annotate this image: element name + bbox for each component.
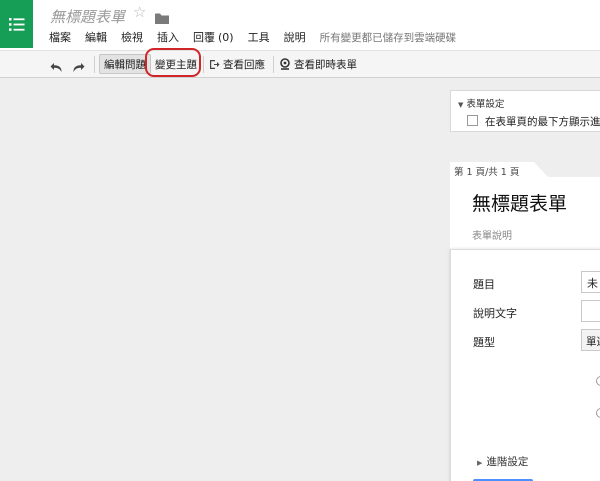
view-responses-button[interactable]: 查看回應 [209, 54, 265, 74]
toolbar-separator [273, 56, 274, 73]
edit-questions-tab[interactable]: 編輯問題 [99, 54, 151, 74]
star-icon[interactable]: ☆ [133, 5, 146, 20]
help-text-input[interactable] [581, 300, 600, 322]
form-title[interactable]: 無標題表單 [472, 189, 567, 216]
progress-bar-checkbox[interactable] [467, 115, 478, 126]
menu-file[interactable]: 檔案 [49, 29, 71, 45]
page-indicator-tab: 第 1 頁/共 1 頁 [450, 162, 548, 178]
app-header: 無標題表單 ☆ 檔案 編輯 檢視 插入 回覆 (0) 工具 說明 所有變更都已儲存… [0, 0, 600, 50]
menu-tools[interactable]: 工具 [248, 29, 270, 45]
redo-icon[interactable] [72, 57, 85, 77]
export-icon [209, 59, 220, 70]
highlight-annotation [145, 48, 201, 77]
menu-insert[interactable]: 插入 [157, 29, 179, 45]
expand-triangle-icon: ▶ [477, 459, 483, 467]
menu-edit[interactable]: 編輯 [85, 29, 107, 45]
responses-count: (0) [218, 31, 234, 44]
view-responses-label: 查看回應 [223, 58, 265, 71]
question-type-select[interactable]: 單選 [581, 329, 600, 351]
form-settings-panel: ▼ 表單設定 在表單頁的最下方顯示進 [450, 90, 600, 132]
form-header: 無標題表單 表單說明 [450, 177, 600, 249]
folder-icon[interactable] [155, 9, 169, 28]
form-description-input[interactable]: 表單說明 [472, 227, 512, 242]
question-editor: 題目 未 說明文字 題型 單選 ▶進階設定 [450, 249, 600, 481]
progress-bar-label: 在表單頁的最下方顯示進 [485, 116, 600, 128]
document-title[interactable]: 無標題表單 [50, 6, 125, 27]
menu-responses[interactable]: 回覆 (0) [193, 29, 234, 45]
form-settings-toggle[interactable]: ▼ 表單設定 [458, 96, 504, 110]
choice-radio[interactable] [596, 376, 600, 386]
menu-responses-label: 回覆 [193, 31, 215, 44]
undo-icon[interactable] [50, 57, 63, 77]
question-title-input[interactable]: 未 [581, 271, 600, 293]
menu-help[interactable]: 說明 [284, 29, 306, 45]
toolbar-separator [203, 56, 204, 73]
form-settings-title: 表單設定 [466, 99, 505, 110]
help-text-label: 說明文字 [473, 307, 517, 320]
advanced-settings-label: 進階設定 [486, 456, 529, 468]
toolbar: 編輯問題 變更主題 查看回應 查看即時表單 [0, 50, 600, 78]
question-title-label: 題目 [473, 278, 495, 291]
question-type-label: 題型 [473, 336, 495, 349]
view-live-form-button[interactable]: 查看即時表單 [279, 54, 357, 74]
forms-menu-icon[interactable] [0, 0, 33, 48]
menu-view[interactable]: 檢視 [121, 29, 143, 45]
choice-radio[interactable] [596, 408, 600, 418]
advanced-settings-toggle[interactable]: ▶ 進階設定 [477, 454, 528, 469]
view-live-form-label: 查看即時表單 [294, 58, 357, 71]
live-form-icon [279, 58, 291, 70]
collapse-triangle-icon: ▼ [458, 101, 464, 109]
save-status: 所有變更都已儲存到雲端硬碟 [319, 31, 457, 44]
menu-bar: 檔案 編輯 檢視 插入 回覆 (0) 工具 說明 所有變更都已儲存到雲端硬碟 [49, 29, 456, 45]
toolbar-separator [94, 56, 95, 73]
page-indicator: 第 1 頁/共 1 頁 [454, 167, 520, 178]
